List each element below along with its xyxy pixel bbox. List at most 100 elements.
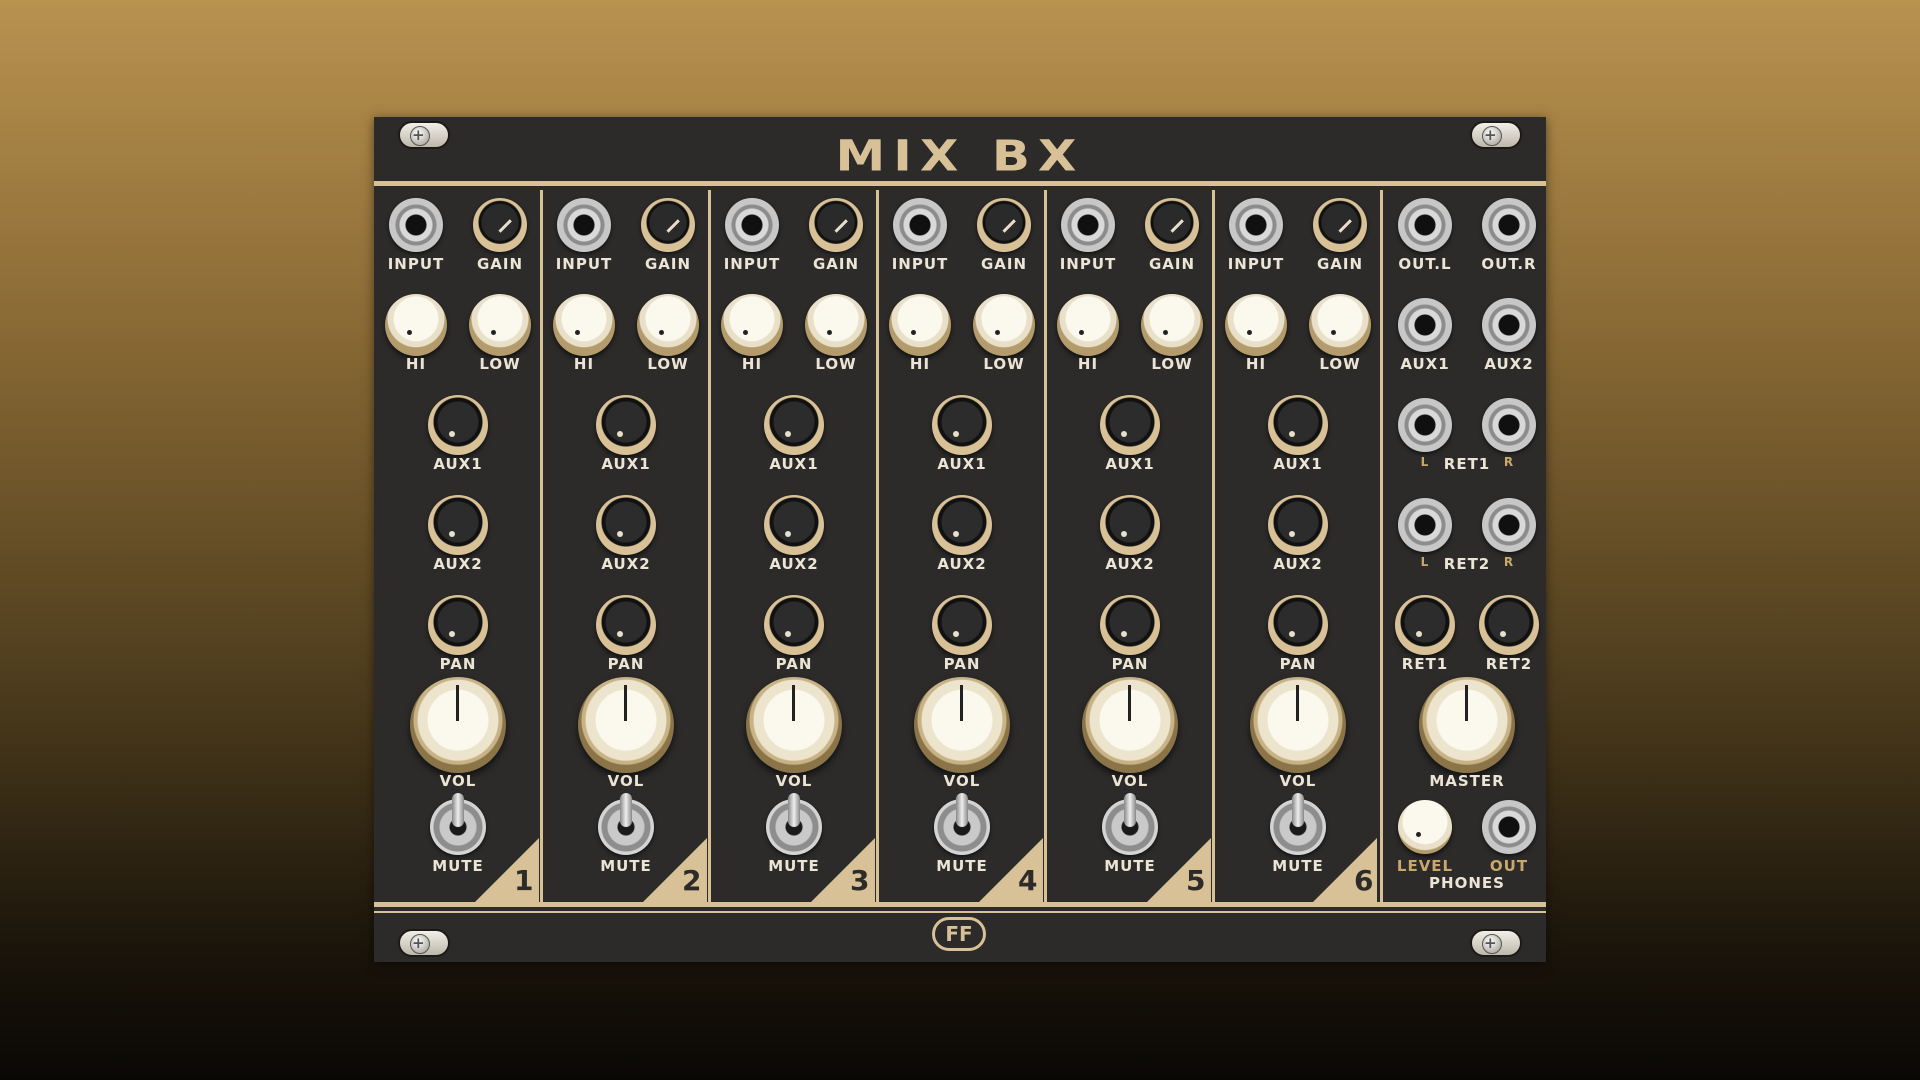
input-jack[interactable] [1229,198,1283,252]
aux2-knob[interactable] [1268,495,1328,555]
input-jack[interactable] [1061,198,1115,252]
low-eq-knob[interactable] [1141,294,1203,356]
master-volume-knob[interactable] [1419,677,1515,773]
aux2-label: AUX2 [433,555,483,573]
hi-eq-knob[interactable] [889,294,951,356]
aux1-knob[interactable] [1268,395,1328,455]
aux1-send-label: AUX1 [1400,355,1450,373]
gain-label: GAIN [1316,255,1364,273]
low-eq-knob[interactable] [637,294,699,356]
gain-label: GAIN [644,255,692,273]
volume-knob[interactable] [914,677,1010,773]
volume-knob[interactable] [1250,677,1346,773]
aux2-label: AUX2 [937,555,987,573]
channel-strip: INPUT GAIN HI LOW AUX1 AUX2 PAN VOL MUTE 2 [542,190,710,902]
pan-knob[interactable] [764,595,824,655]
gain-knob[interactable] [641,198,695,252]
gain-label: GAIN [812,255,860,273]
hi-eq-knob[interactable] [553,294,615,356]
aux2-send-jack[interactable] [1482,298,1536,352]
volume-knob[interactable] [410,677,506,773]
ret2-l-jack[interactable] [1398,498,1452,552]
hi-label: HI [741,355,763,373]
pan-knob[interactable] [1268,595,1328,655]
aux1-knob[interactable] [596,395,656,455]
aux2-knob[interactable] [596,495,656,555]
pan-label: PAN [439,655,477,673]
input-label: INPUT [555,255,613,273]
gain-knob[interactable] [1313,198,1367,252]
hi-eq-knob[interactable] [1057,294,1119,356]
hi-eq-knob[interactable] [1225,294,1287,356]
aux1-knob[interactable] [428,395,488,455]
pan-knob[interactable] [428,595,488,655]
screw-bottom-right-icon: + [1470,929,1522,957]
channel-number: 3 [850,864,870,897]
phones-out-jack[interactable] [1482,800,1536,854]
brand-logo: FF [932,917,986,951]
aux2-knob[interactable] [428,495,488,555]
ret1-r-jack[interactable] [1482,398,1536,452]
channel-strip: INPUT GAIN HI LOW AUX1 AUX2 PAN VOL MUTE 3 [710,190,878,902]
ret1-level-knob[interactable] [1395,595,1455,655]
ret2-level-knob[interactable] [1479,595,1539,655]
aux2-label: AUX2 [769,555,819,573]
ret1-l-jack[interactable] [1398,398,1452,452]
gain-knob[interactable] [473,198,527,252]
pan-label: PAN [943,655,981,673]
aux2-knob[interactable] [1100,495,1160,555]
out-r-jack[interactable] [1482,198,1536,252]
ret2-label: RET2 [1443,555,1491,573]
aux2-label: AUX2 [601,555,651,573]
gain-knob[interactable] [1145,198,1199,252]
gain-knob[interactable] [809,198,863,252]
input-jack[interactable] [725,198,779,252]
input-label: INPUT [891,255,949,273]
channel-number: 4 [1018,864,1038,897]
vol-label: VOL [439,772,477,790]
ret2-r-label: R [1503,555,1515,569]
aux1-knob[interactable] [764,395,824,455]
aux2-knob[interactable] [932,495,992,555]
input-label: INPUT [1227,255,1285,273]
phones-level-knob[interactable] [1398,800,1452,854]
gain-label: GAIN [476,255,524,273]
channel-number: 2 [682,864,702,897]
vol-label: VOL [775,772,813,790]
ret2-l-label: L [1420,555,1430,569]
aux1-send-jack[interactable] [1398,298,1452,352]
out-l-jack[interactable] [1398,198,1452,252]
low-eq-knob[interactable] [469,294,531,356]
phones-level-label: LEVEL [1396,857,1454,875]
out-l-label: OUT.L [1398,255,1452,273]
screw-bottom-left-icon: + [398,929,450,957]
low-eq-knob[interactable] [1309,294,1371,356]
hi-eq-knob[interactable] [721,294,783,356]
low-eq-knob[interactable] [805,294,867,356]
vol-label: VOL [607,772,645,790]
pan-knob[interactable] [1100,595,1160,655]
hi-label: HI [909,355,931,373]
input-label: INPUT [1059,255,1117,273]
volume-knob[interactable] [1082,677,1178,773]
low-label: LOW [479,355,521,373]
gain-knob[interactable] [977,198,1031,252]
aux1-knob[interactable] [932,395,992,455]
ret2-r-jack[interactable] [1482,498,1536,552]
pan-label: PAN [607,655,645,673]
volume-knob[interactable] [746,677,842,773]
input-jack[interactable] [557,198,611,252]
input-jack[interactable] [389,198,443,252]
volume-knob[interactable] [578,677,674,773]
pan-knob[interactable] [596,595,656,655]
low-eq-knob[interactable] [973,294,1035,356]
low-label: LOW [815,355,857,373]
hi-eq-knob[interactable] [385,294,447,356]
aux1-knob[interactable] [1100,395,1160,455]
aux1-label: AUX1 [1273,455,1323,473]
pan-knob[interactable] [932,595,992,655]
input-jack[interactable] [893,198,947,252]
aux2-knob[interactable] [764,495,824,555]
aux2-label: AUX2 [1105,555,1155,573]
channel-strip: INPUT GAIN HI LOW AUX1 AUX2 PAN VOL MUTE 5 [1046,190,1214,902]
